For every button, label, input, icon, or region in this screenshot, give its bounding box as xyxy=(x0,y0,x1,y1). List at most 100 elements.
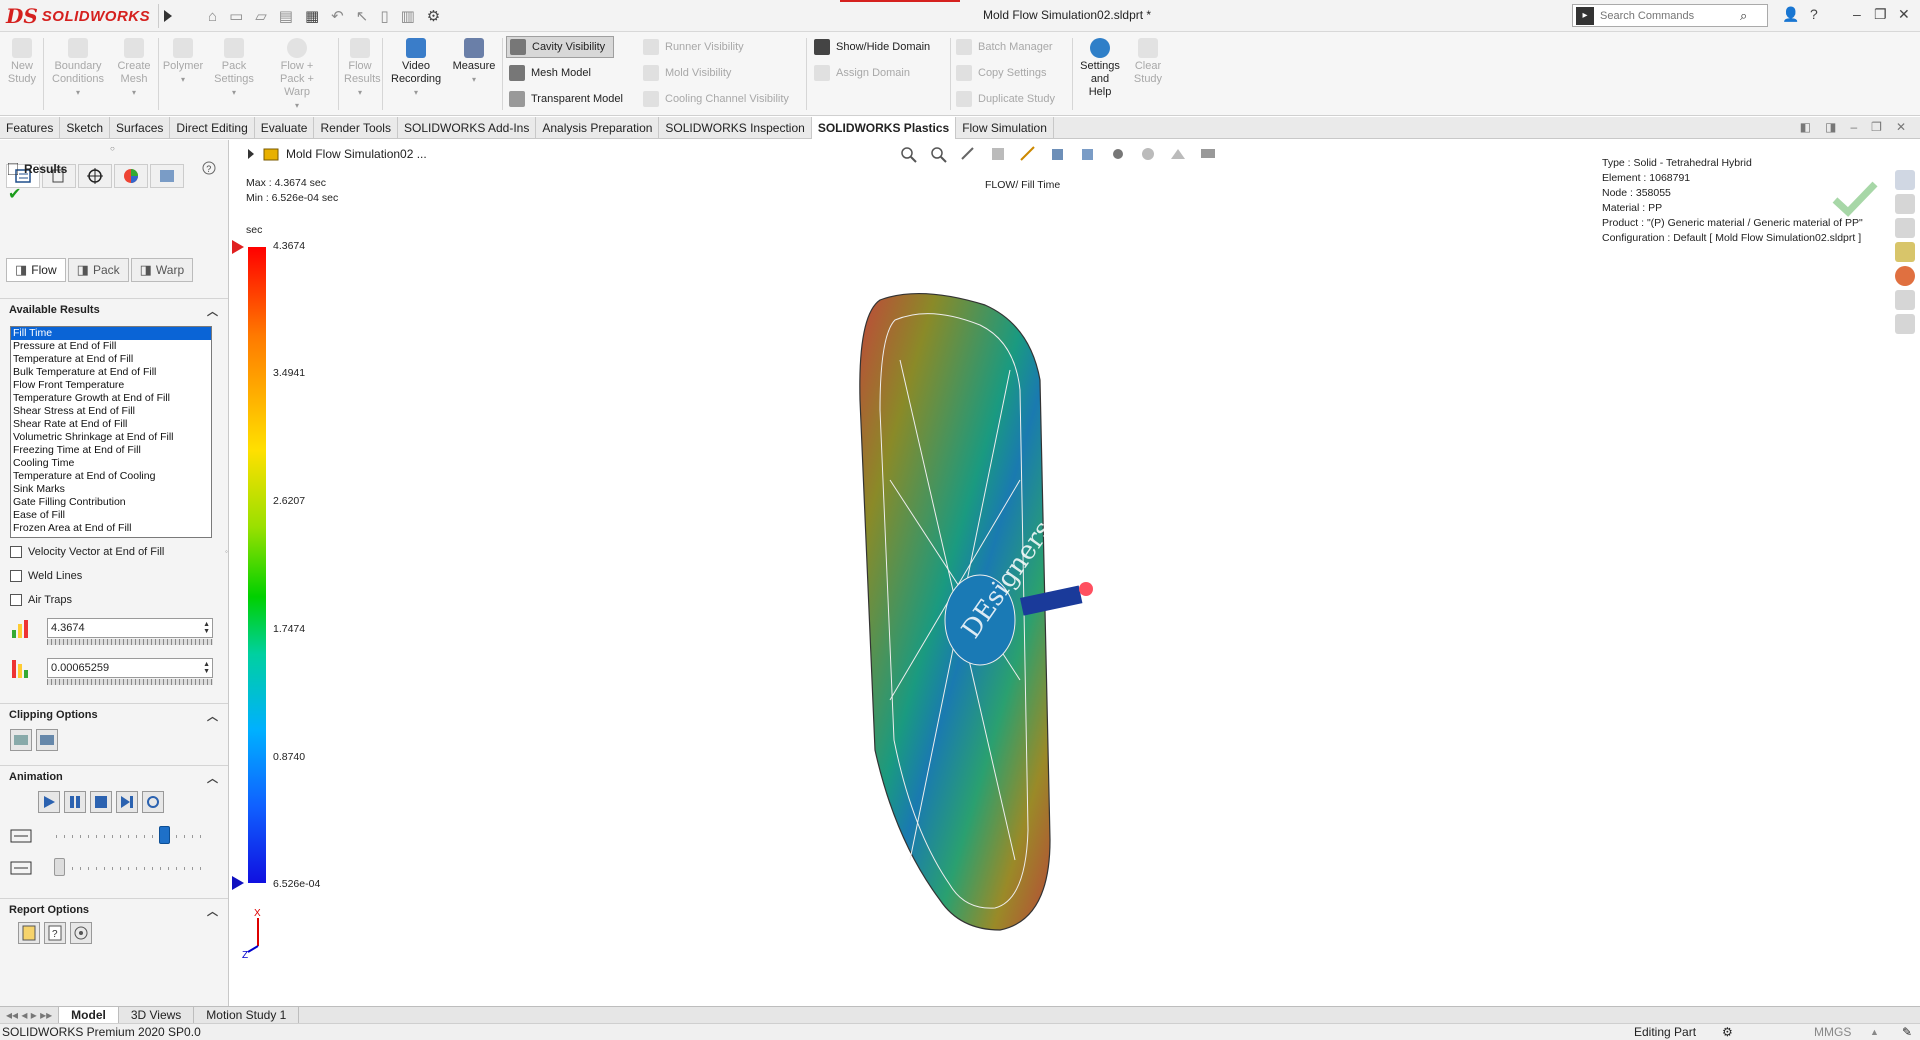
batch-manager-button[interactable]: Batch Manager xyxy=(956,36,1053,58)
list-item[interactable]: Cooling Time xyxy=(11,457,211,470)
tab-direct-editing[interactable]: Direct Editing xyxy=(170,117,255,139)
tab-plastics[interactable]: SOLIDWORKS Plastics xyxy=(811,117,957,139)
feature-tree-flyout[interactable]: Mold Flow Simulation02 ... xyxy=(248,146,427,162)
list-item[interactable]: Sink Marks xyxy=(11,483,211,496)
settings-and-help-button[interactable]: Settings and Help xyxy=(1076,36,1124,99)
flow-pack-warp-button[interactable]: Flow + Pack + Warp ▾ xyxy=(262,36,332,112)
list-item[interactable]: Freezing Time at End of Fill xyxy=(11,444,211,457)
custom-properties-icon[interactable] xyxy=(1895,290,1915,310)
duplicate-study-button[interactable]: Duplicate Study xyxy=(956,88,1055,110)
injection-point[interactable] xyxy=(1079,582,1093,596)
polymer-button[interactable]: Polymer ▾ xyxy=(162,36,204,86)
animation-header[interactable]: Animation ︿ xyxy=(0,765,228,787)
apply-scene-icon[interactable] xyxy=(1168,144,1188,164)
loop-icon[interactable] xyxy=(142,791,164,813)
open-icon[interactable]: ▱ xyxy=(255,7,267,25)
view-orientation-icon[interactable] xyxy=(1048,144,1068,164)
tab-surfaces[interactable]: Surfaces xyxy=(110,117,171,139)
assign-domain-button[interactable]: Assign Domain xyxy=(814,62,910,84)
plastics-manager-tab-icon[interactable] xyxy=(150,164,184,188)
forum-icon[interactable] xyxy=(1895,314,1915,334)
report-help-icon[interactable]: ? xyxy=(44,922,66,944)
tab-3d-views[interactable]: 3D Views xyxy=(119,1006,195,1024)
video-recording-button[interactable]: Video Recording ▾ xyxy=(386,36,446,99)
tab-warp[interactable]: ◨ Warp xyxy=(130,258,194,282)
list-item[interactable]: Fill Time xyxy=(11,327,211,340)
max-value-slider[interactable] xyxy=(47,639,213,645)
tab-evaluate[interactable]: Evaluate xyxy=(255,117,315,139)
doc-minimize-icon[interactable]: – xyxy=(1850,120,1857,134)
available-results-header[interactable]: Available Results ︿ xyxy=(0,298,228,320)
panel-splitter-icon[interactable]: ◦ xyxy=(225,547,228,556)
copy-settings-button[interactable]: Copy Settings xyxy=(956,62,1046,84)
chevron-up-icon[interactable]: ︿ xyxy=(207,708,218,724)
minimize-icon[interactable]: – xyxy=(1853,6,1861,22)
clipping-section-icon[interactable] xyxy=(36,729,58,751)
zoom-to-fit-icon[interactable] xyxy=(898,144,918,164)
tab-sketch[interactable]: Sketch xyxy=(60,117,111,139)
checkbox-box[interactable] xyxy=(10,546,22,558)
play-icon[interactable] xyxy=(38,791,60,813)
clear-study-button[interactable]: Clear Study xyxy=(1128,36,1168,86)
flow-results-button[interactable]: Flow Results ▾ xyxy=(342,36,381,99)
section-view-icon[interactable] xyxy=(988,144,1008,164)
tab-features[interactable]: Features xyxy=(0,117,61,139)
close-icon[interactable]: ✕ xyxy=(1898,6,1910,23)
undo-icon[interactable]: ↶ xyxy=(331,7,344,25)
new-study-button[interactable]: New Study xyxy=(4,36,40,86)
solidworks-resources-icon[interactable] xyxy=(1895,170,1915,190)
min-value-slider[interactable] xyxy=(47,679,213,685)
doc-close-icon[interactable]: ✕ xyxy=(1896,120,1906,134)
weld-lines-checkbox[interactable]: Weld Lines xyxy=(10,570,82,582)
tab-render-tools[interactable]: Render Tools xyxy=(314,117,398,139)
cavity-visibility-button[interactable]: Cavity Visibility xyxy=(506,36,615,58)
view-settings-icon[interactable] xyxy=(1198,144,1218,164)
view-palette-icon[interactable] xyxy=(1895,242,1915,262)
panel-grip-icon[interactable]: ○ xyxy=(110,144,115,153)
list-item[interactable]: Frozen Area at End of Fill xyxy=(11,522,211,535)
measure-button[interactable]: Measure ▾ xyxy=(450,36,498,86)
tab-model[interactable]: Model xyxy=(59,1006,119,1024)
dynamic-annotation-icon[interactable] xyxy=(1018,144,1038,164)
user-icon[interactable]: 👤 xyxy=(1782,6,1799,23)
chevron-up-icon[interactable]: ︿ xyxy=(207,770,218,786)
stop-icon[interactable] xyxy=(90,791,112,813)
step-forward-icon[interactable] xyxy=(116,791,138,813)
edit-appearance-icon[interactable] xyxy=(1138,144,1158,164)
zoom-area-icon[interactable] xyxy=(928,144,948,164)
speed-slider-thumb[interactable] xyxy=(159,826,170,844)
configuration-manager-tab-icon[interactable] xyxy=(78,164,112,188)
tab-addins[interactable]: SOLIDWORKS Add-Ins xyxy=(398,117,537,139)
list-item[interactable]: Temperature at End of Fill xyxy=(11,353,211,366)
unit-system[interactable]: MMGS xyxy=(1814,1025,1851,1039)
tile-left-icon[interactable]: ◧ xyxy=(1800,120,1811,134)
list-item[interactable]: Volumetric Shrinkage at End of Fill xyxy=(11,431,211,444)
list-item[interactable]: Shear Stress at End of Fill xyxy=(11,405,211,418)
mesh-model-button[interactable]: Mesh Model xyxy=(509,62,591,84)
animation-speed-slider[interactable] xyxy=(56,835,206,838)
cooling-channel-visibility-button[interactable]: Cooling Channel Visibility xyxy=(643,88,789,110)
search-icon[interactable]: ⌕ xyxy=(1740,8,1747,24)
legend-min-marker[interactable] xyxy=(232,876,244,890)
frame-slider-thumb[interactable] xyxy=(54,858,65,876)
ok-check-icon[interactable]: ✔ xyxy=(8,184,21,204)
options-gear-icon[interactable]: ⚙ xyxy=(427,7,440,25)
tile-right-icon[interactable]: ◨ xyxy=(1825,120,1836,134)
list-item[interactable]: Gate Filling Contribution xyxy=(11,496,211,509)
list-item[interactable]: Shear Rate at End of Fill xyxy=(11,418,211,431)
restore-icon[interactable]: ❐ xyxy=(1874,6,1887,23)
rebuild-icon[interactable]: ▯ xyxy=(380,7,388,25)
design-library-icon[interactable] xyxy=(1895,194,1915,214)
show-hide-domain-button[interactable]: Show/Hide Domain xyxy=(814,36,930,58)
clipping-plane-icon[interactable] xyxy=(10,729,32,751)
velocity-vector-checkbox[interactable]: Velocity Vector at End of Fill xyxy=(10,546,164,558)
graphics-area[interactable]: Mold Flow Simulation02 ... Max : 4.3674 … xyxy=(230,140,1915,1006)
list-item[interactable]: Bulk Temperature at End of Fill xyxy=(11,366,211,379)
comment-icon[interactable]: ✎ xyxy=(1902,1025,1912,1039)
animation-frame-slider[interactable] xyxy=(56,867,206,870)
file-properties-icon[interactable]: ▥ xyxy=(401,7,415,25)
transparent-model-button[interactable]: Transparent Model xyxy=(509,88,623,110)
chevron-up-icon[interactable]: ︿ xyxy=(207,903,218,919)
help-circle-icon[interactable]: ? xyxy=(202,161,216,178)
rebuild-status-icon[interactable]: ⚙ xyxy=(1722,1025,1733,1039)
